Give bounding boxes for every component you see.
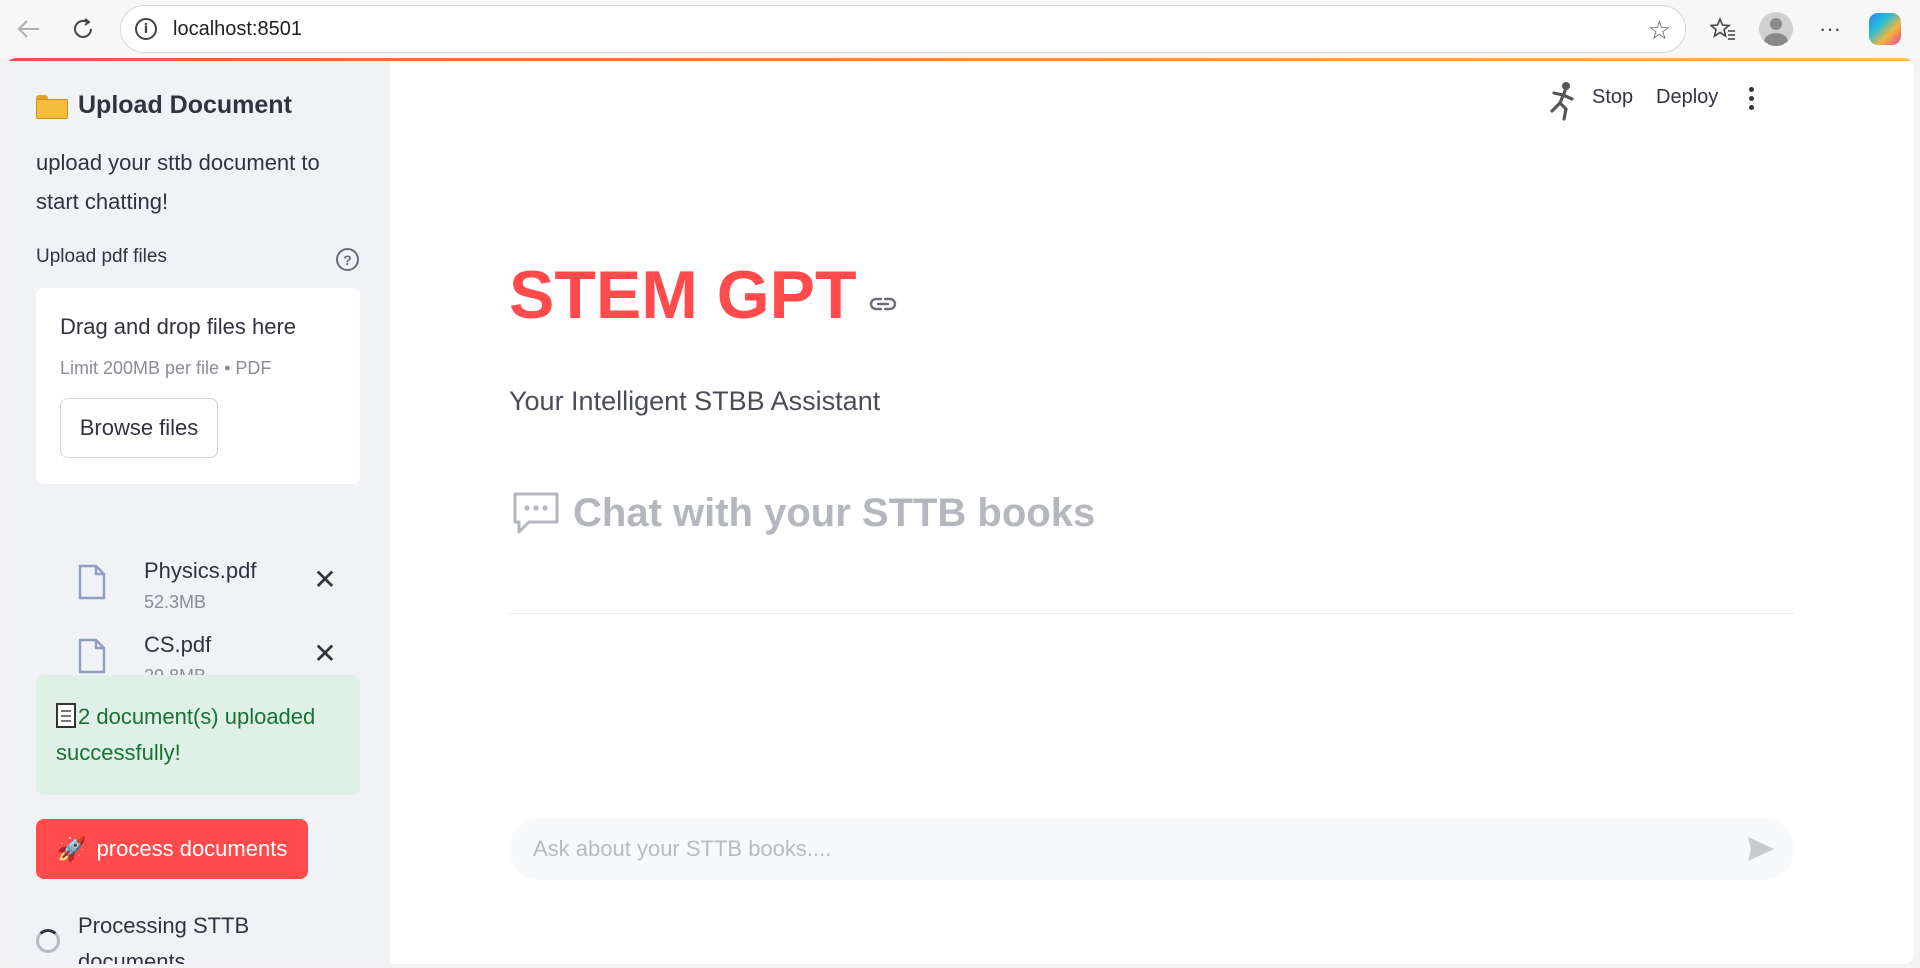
sidebar: Upload Document upload your sttb documen… <box>6 61 390 964</box>
more-menu-icon[interactable]: ··· <box>1811 10 1849 48</box>
chat-heading-text: Chat with your STTB books <box>573 490 1096 535</box>
file-icon <box>78 638 106 674</box>
file-dropzone[interactable]: Drag and drop files here Limit 200MB per… <box>36 288 360 484</box>
app-window: Upload Document upload your sttb documen… <box>6 58 1914 964</box>
address-bar[interactable]: i localhost:8501 ☆ <box>120 5 1686 53</box>
main-menu-icon[interactable] <box>1736 83 1766 113</box>
url-text: localhost:8501 <box>173 17 302 40</box>
rocket-icon: 🚀 <box>56 835 87 863</box>
app-header-actions: Stop Deploy <box>1514 61 1914 141</box>
browse-files-button[interactable]: Browse files <box>60 398 218 458</box>
favorite-star-icon[interactable]: ☆ <box>1648 15 1671 46</box>
page-title: STEM GPT <box>509 256 897 334</box>
chat-heading: Chat with your STTB books <box>511 490 1095 536</box>
remove-file-icon[interactable]: ✕ <box>308 562 342 596</box>
page-subtitle: Your Intelligent STBB Assistant <box>509 386 881 416</box>
page-title-text: STEM GPT <box>509 257 857 333</box>
file-icon <box>78 564 106 600</box>
dropzone-limit-text: Limit 200MB per file • PDF <box>60 358 272 378</box>
divider <box>509 613 1794 614</box>
loading-spinner-icon <box>36 929 60 953</box>
uploaded-file-item: Physics.pdf 52.3MB ✕ <box>72 558 362 628</box>
site-info-icon[interactable]: i <box>135 18 157 40</box>
back-icon[interactable] <box>10 10 48 48</box>
help-icon[interactable]: ? <box>336 248 359 271</box>
chat-input[interactable] <box>533 818 1713 880</box>
processing-status-text: Processing STTB documents... <box>78 913 250 964</box>
dropzone-title: Drag and drop files here <box>60 314 297 339</box>
sidebar-title: Upload Document <box>36 91 292 120</box>
document-icon <box>56 703 76 728</box>
upload-success-alert: 2 document(s) uploaded successfully! <box>36 675 360 795</box>
speech-bubble-icon <box>513 492 559 534</box>
file-name: Physics.pdf <box>144 558 257 583</box>
favorites-icon[interactable] <box>1704 10 1742 48</box>
chat-input-container <box>509 818 1794 880</box>
remove-file-icon[interactable]: ✕ <box>308 636 342 670</box>
running-man-icon <box>1550 82 1574 121</box>
file-size: 52.3MB <box>144 592 207 612</box>
anchor-link-icon[interactable] <box>869 294 897 314</box>
send-icon[interactable] <box>1746 835 1776 863</box>
process-button-label: process documents <box>96 836 288 861</box>
upload-label: Upload pdf files <box>36 246 167 267</box>
stop-button[interactable]: Stop <box>1592 86 1633 109</box>
browser-toolbar: i localhost:8501 ☆ ··· <box>0 0 1920 58</box>
sidebar-title-text: Upload Document <box>78 91 292 119</box>
reload-icon[interactable] <box>64 10 102 48</box>
sidebar-description: upload your sttb document to start chatt… <box>36 150 320 214</box>
folder-icon <box>36 94 68 119</box>
file-name: CS.pdf <box>144 632 212 657</box>
copilot-icon[interactable] <box>1866 10 1904 48</box>
profile-avatar[interactable] <box>1757 10 1795 48</box>
success-message: 2 document(s) uploaded successfully! <box>56 704 316 765</box>
process-documents-button[interactable]: 🚀 process documents <box>36 819 308 879</box>
deploy-button[interactable]: Deploy <box>1656 86 1718 109</box>
